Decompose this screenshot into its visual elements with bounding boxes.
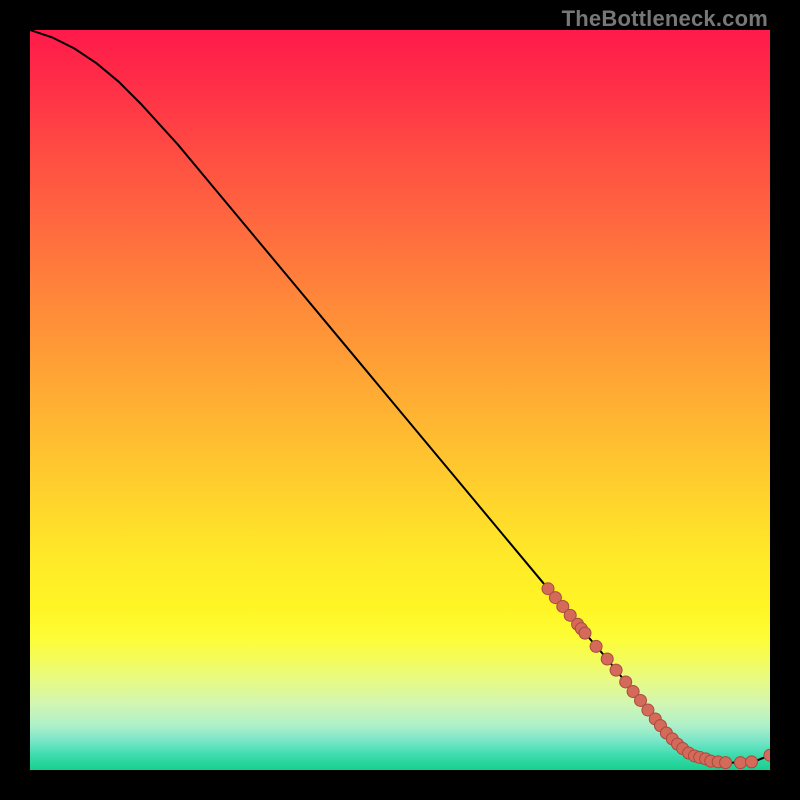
data-marker [601, 653, 613, 665]
data-marker [734, 757, 746, 769]
curve-line [30, 30, 770, 763]
data-marker [590, 640, 602, 652]
plot-area [30, 30, 770, 770]
marker-group [542, 583, 770, 769]
data-marker [764, 749, 770, 761]
data-marker [746, 756, 758, 768]
data-marker [610, 664, 622, 676]
watermark-text: TheBottleneck.com [562, 6, 768, 32]
data-marker [579, 627, 591, 639]
chart-svg [30, 30, 770, 770]
data-marker [720, 757, 732, 769]
chart-stage: TheBottleneck.com [0, 0, 800, 800]
